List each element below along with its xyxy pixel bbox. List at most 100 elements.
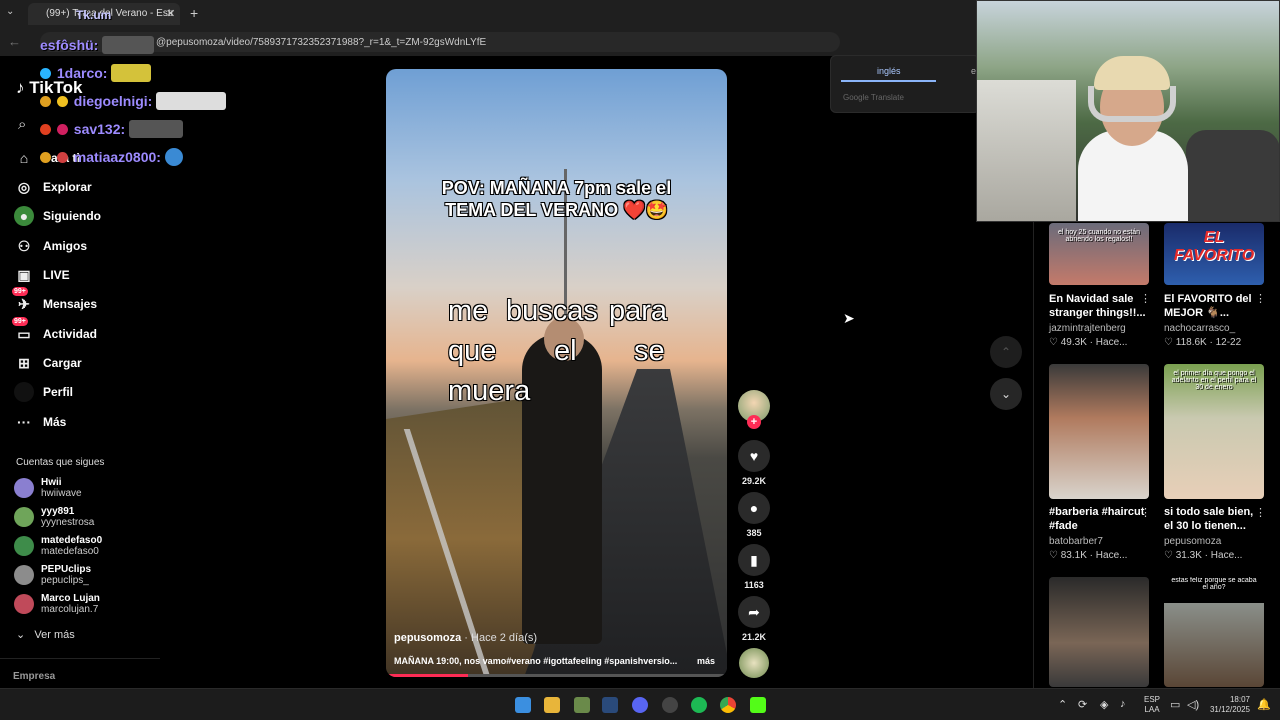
sidebar-item-amigos[interactable]: ⚇ Amigos bbox=[14, 235, 87, 257]
kick-icon[interactable] bbox=[750, 697, 766, 713]
heart-outline-icon: ♡ bbox=[1164, 550, 1173, 561]
video-thumbnail[interactable]: el hoy 25 cuando no están abriendo los r… bbox=[1049, 223, 1149, 285]
video-thumbnail[interactable]: EL FAVORITO bbox=[1164, 223, 1264, 285]
messages-icon: ✈ 99+ bbox=[12, 287, 30, 312]
save-count: 1163 bbox=[744, 580, 764, 590]
description-more-button[interactable]: más bbox=[697, 656, 715, 666]
sync-icon[interactable]: ⟳ bbox=[1078, 698, 1087, 711]
sidebar-item-label: LIVE bbox=[43, 268, 70, 282]
chat-username: esfôshü: bbox=[40, 37, 99, 53]
language-code: ESP bbox=[1144, 695, 1161, 704]
video-player[interactable]: POV: MAÑANA 7pm sale el TEMA DEL VERANO … bbox=[386, 69, 727, 677]
spotify-icon[interactable] bbox=[691, 697, 707, 713]
previous-video-button[interactable]: ⌃ bbox=[990, 336, 1022, 368]
like-count: 83.1K bbox=[1060, 550, 1087, 561]
share-button[interactable]: ➦ bbox=[738, 596, 770, 628]
followed-account[interactable]: matedefaso0 matedefaso0 bbox=[14, 532, 102, 560]
upload-icon: ⊞ bbox=[18, 354, 30, 371]
network-icon[interactable]: ▭ bbox=[1170, 698, 1180, 711]
translate-tab-english[interactable]: inglés bbox=[877, 66, 901, 76]
url-field[interactable]: @pepusomoza/video/7589371732352371988?_r… bbox=[40, 32, 840, 52]
video-author[interactable]: nachocarrasco_ bbox=[1164, 323, 1235, 334]
video-thumbnail[interactable]: el primer día que pongo el adelanto en e… bbox=[1164, 364, 1264, 499]
video-caption: POV: MAÑANA 7pm sale el TEMA DEL VERANO … bbox=[441, 178, 672, 220]
chat-message: 1darco: bbox=[40, 64, 152, 82]
shield-icon[interactable]: ◈ bbox=[1100, 698, 1108, 711]
lyric-word: me bbox=[448, 295, 489, 327]
lyric-word: buscas bbox=[506, 295, 598, 327]
browser-tab-bar: ⌄ (99+) Tema del Verano - Estr ✕ + bbox=[0, 0, 976, 28]
steam-icon[interactable] bbox=[602, 697, 618, 713]
chrome-icon[interactable] bbox=[720, 697, 736, 713]
chevron-up-icon[interactable]: ⌃ bbox=[1058, 698, 1067, 711]
video-progress-bar[interactable] bbox=[386, 674, 727, 677]
discord-icon[interactable] bbox=[632, 697, 648, 713]
footer-link-empresa[interactable]: Empresa bbox=[13, 671, 55, 682]
close-tab-icon[interactable]: ✕ bbox=[166, 7, 175, 20]
windows-start-icon[interactable] bbox=[515, 697, 531, 713]
sidebar-item-mas[interactable]: ··· Más bbox=[14, 411, 66, 433]
video-title[interactable]: En Navidad sale stranger things!!... bbox=[1049, 292, 1149, 320]
video-meta: ♡ 31.3K · Hace... bbox=[1164, 550, 1243, 561]
notification-bell-icon[interactable]: 🔔 bbox=[1257, 698, 1271, 711]
tab-search-icon[interactable]: ⌄ bbox=[6, 6, 14, 17]
sidebar-item-explorar[interactable]: ◎ Explorar bbox=[14, 176, 92, 198]
video-author[interactable]: batobarber7 bbox=[1049, 536, 1103, 547]
post-time: Hace... bbox=[1095, 550, 1128, 561]
account-handle: marcolujan.7 bbox=[41, 604, 99, 615]
chat-badge-icon bbox=[56, 96, 68, 107]
next-video-button[interactable]: ⌄ bbox=[990, 378, 1022, 410]
speaker-icon[interactable]: ◁) bbox=[1187, 698, 1199, 711]
sidebar-item-label: Cargar bbox=[43, 356, 82, 370]
search-icon[interactable]: ⌕ bbox=[18, 116, 26, 133]
sidebar-item-cargar[interactable]: ⊞ Cargar bbox=[14, 352, 82, 374]
system-clock[interactable]: 18:07 31/12/2025 bbox=[1208, 695, 1250, 715]
lyric-word: que bbox=[448, 335, 497, 367]
sidebar-item-live[interactable]: ▣ LIVE bbox=[14, 264, 70, 286]
video-author[interactable]: jazmintrajtenberg bbox=[1049, 323, 1126, 334]
followed-account[interactable]: yyy891 yyynestrosa bbox=[14, 503, 94, 531]
language-indicator[interactable]: ESP LAA bbox=[1144, 695, 1160, 715]
new-tab-icon[interactable]: + bbox=[190, 5, 198, 21]
file-explorer-icon[interactable] bbox=[544, 697, 560, 713]
back-arrow-icon[interactable]: ← bbox=[8, 34, 21, 49]
followed-account[interactable]: Hwii hwiiwave bbox=[14, 474, 82, 502]
following-section-title: Cuentas que sigues bbox=[16, 457, 105, 468]
followed-account[interactable]: PEPUclips pepuclips_ bbox=[14, 561, 91, 589]
like-count: 49.3K bbox=[1060, 337, 1087, 348]
sidebar-item-siguiendo[interactable]: ● Siguiendo bbox=[14, 205, 101, 227]
video-title[interactable]: #barberia #haircut #fade bbox=[1049, 505, 1149, 533]
avatar bbox=[14, 565, 34, 585]
account-handle: matedefaso0 bbox=[41, 546, 99, 557]
chat-badge-icon bbox=[56, 152, 68, 163]
chevron-down-icon: ⌄ bbox=[1000, 387, 1012, 401]
comment-icon: ● bbox=[749, 500, 759, 516]
sidebar-item-mensajes[interactable]: ✈ 99+ Mensajes bbox=[12, 287, 97, 315]
bookmark-icon: ▮ bbox=[750, 551, 758, 568]
music-disc-icon[interactable] bbox=[739, 648, 769, 678]
windows-taskbar: ⌃ ⟳ ◈ ♪ ESP LAA ▭ ◁) 18:07 31/12/2025 🔔 bbox=[0, 688, 1280, 720]
comment-button[interactable]: ● bbox=[738, 492, 770, 524]
like-button[interactable]: ♥ bbox=[738, 440, 770, 472]
followed-account[interactable]: Marco Lujan marcolujan.7 bbox=[14, 590, 100, 618]
video-author[interactable]: pepusomoza bbox=[1164, 536, 1221, 547]
recommendations-divider bbox=[1033, 222, 1034, 688]
save-button[interactable]: ▮ bbox=[738, 544, 770, 576]
follow-plus-icon[interactable]: + bbox=[747, 415, 761, 429]
post-time: Hace... bbox=[1210, 550, 1243, 561]
video-title[interactable]: si todo sale bien, el 30 lo tienen... bbox=[1164, 505, 1264, 533]
microphone-icon[interactable]: ♪ bbox=[1120, 698, 1126, 710]
video-title[interactable]: El FAVORITO del MEJOR 🐐... bbox=[1164, 292, 1264, 320]
mouse-cursor-icon: ➤ bbox=[843, 310, 855, 326]
notification-badge: 99+ bbox=[12, 317, 28, 326]
chat-fragment: Tk.um bbox=[76, 8, 112, 22]
video-author[interactable]: pepusomoza · Hace 2 día(s) bbox=[394, 632, 537, 644]
video-thumbnail[interactable] bbox=[1049, 364, 1149, 499]
see-more-button[interactable]: ⌄ Ver más bbox=[16, 628, 75, 641]
obs-icon[interactable] bbox=[662, 697, 678, 713]
sidebar-item-actividad[interactable]: ▭ 99+ Actividad bbox=[12, 317, 97, 345]
app-icon[interactable] bbox=[574, 697, 590, 713]
sidebar-item-perfil[interactable]: Perfil bbox=[14, 381, 73, 403]
video-thumbnail[interactable]: estas feliz porque se acaba el año? bbox=[1164, 577, 1264, 687]
video-thumbnail[interactable] bbox=[1049, 577, 1149, 687]
